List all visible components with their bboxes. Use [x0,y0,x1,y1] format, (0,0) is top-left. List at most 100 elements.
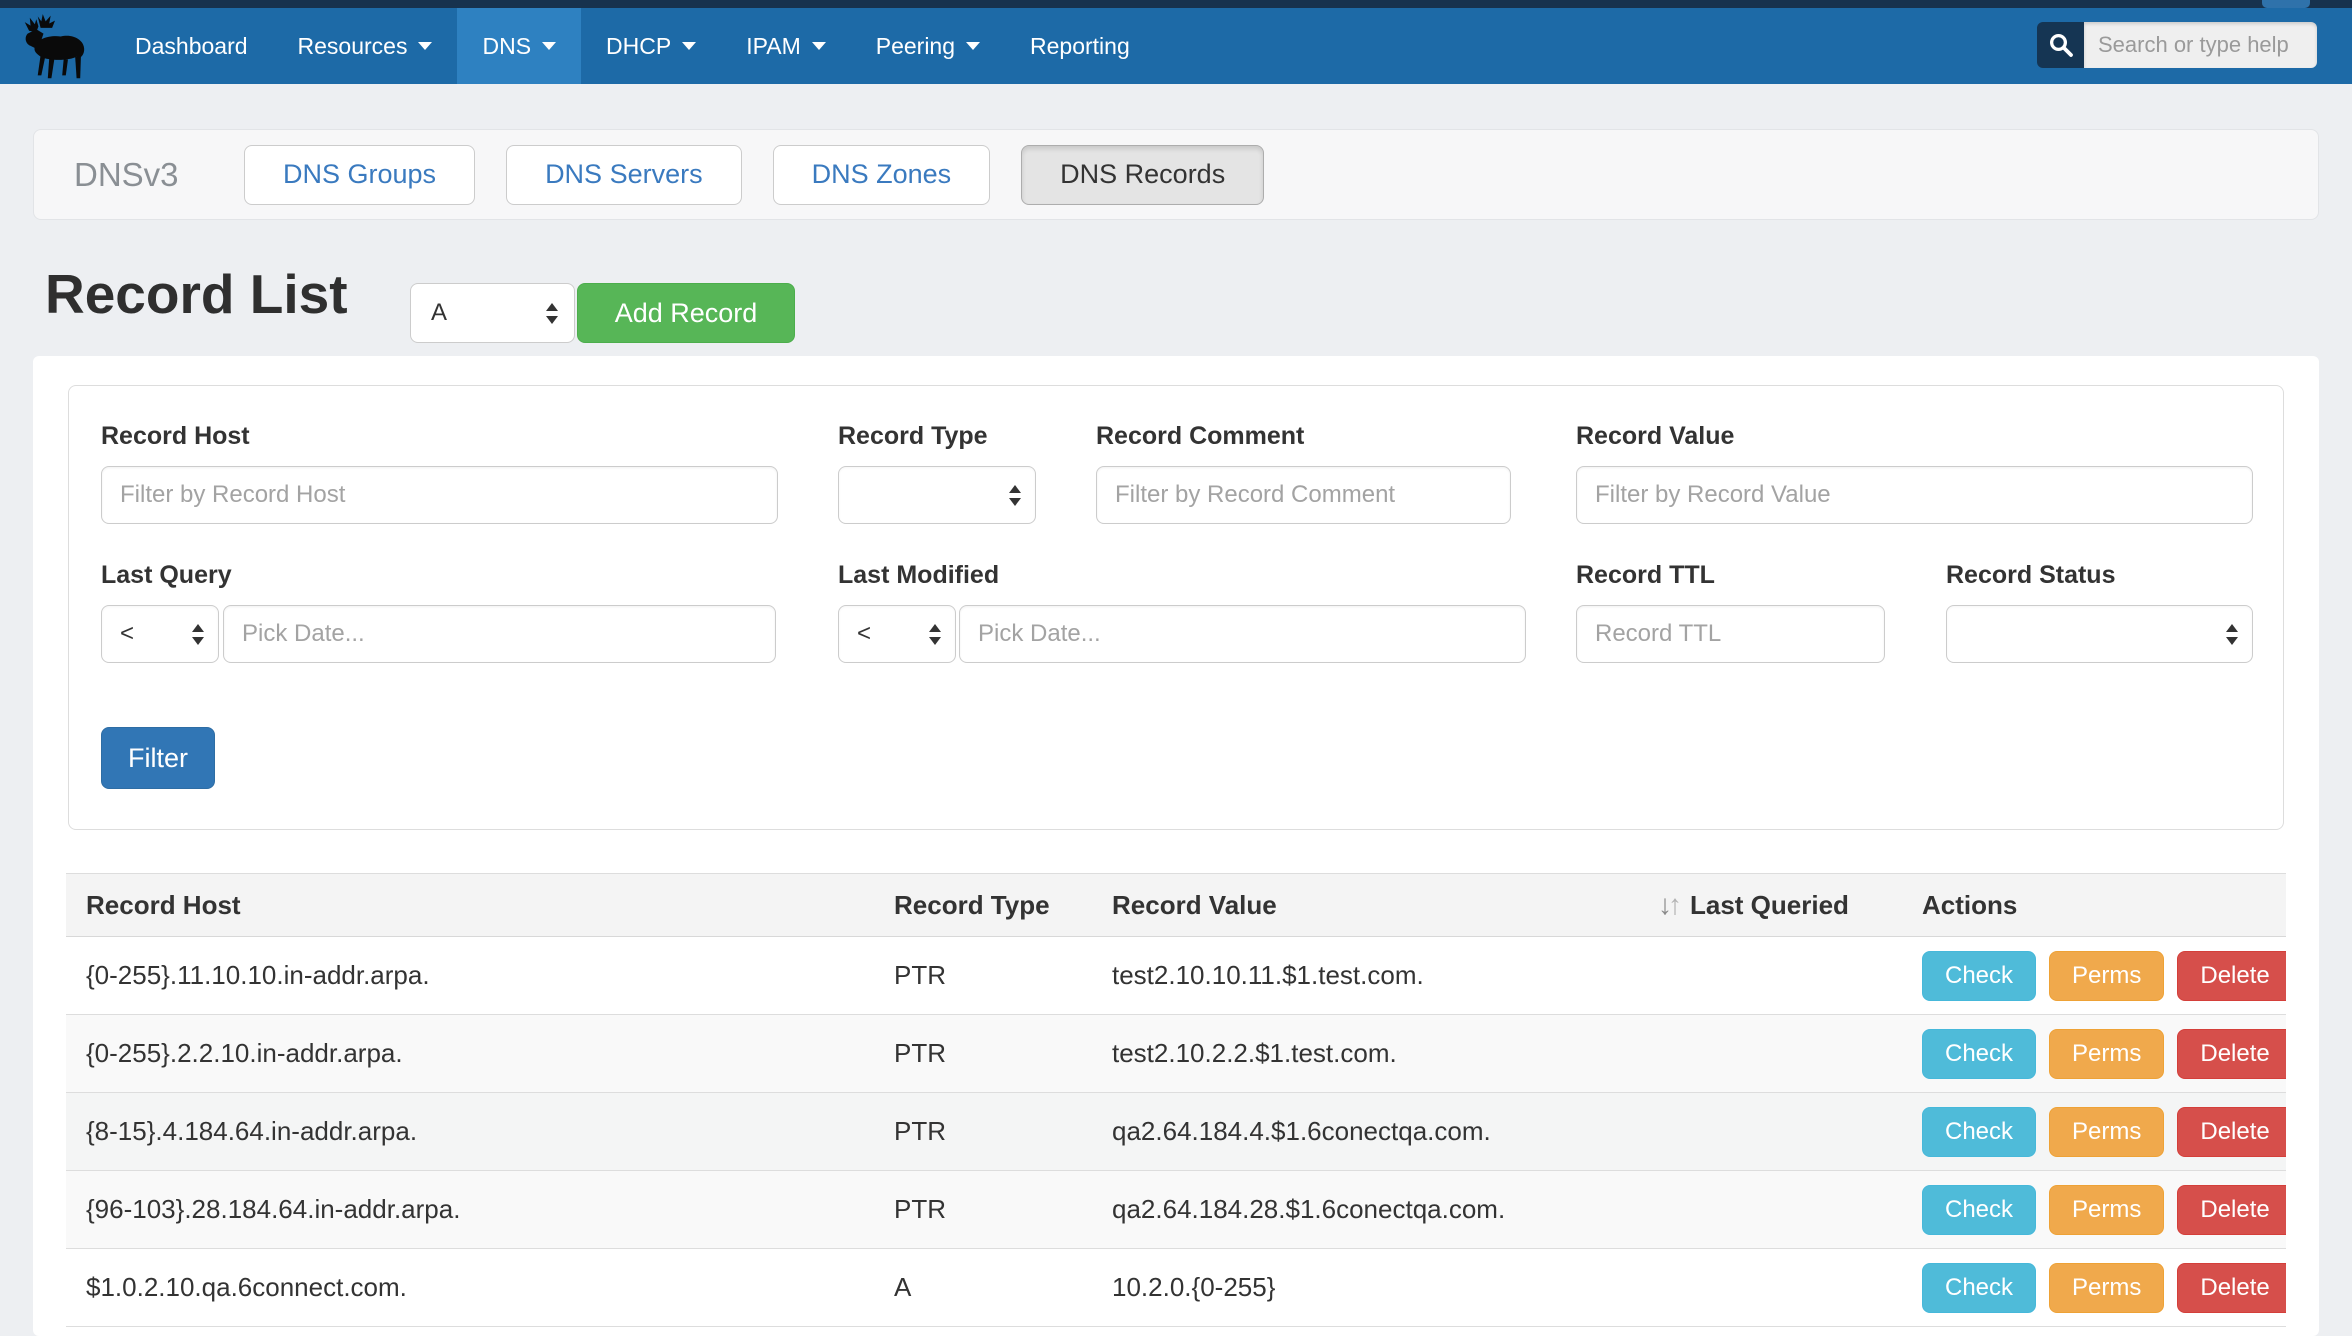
tab-dns-groups[interactable]: DNS Groups [244,145,475,205]
last-modified-operator-value: < [857,620,871,648]
cell-last-queried [1638,937,1902,1015]
nav-item-reporting[interactable]: Reporting [1005,8,1155,84]
last-query-label: Last Query [101,561,232,590]
row-actions: Check Perms Delete [1922,1107,2286,1157]
select-arrows-icon [2226,624,2238,645]
perms-button[interactable]: Perms [2049,1185,2164,1235]
cell-last-queried [1638,1093,1902,1171]
tab-dns-zones[interactable]: DNS Zones [773,145,991,205]
record-value-label: Record Value [1576,422,1734,451]
nav-item-dhcp[interactable]: DHCP [581,8,721,84]
check-button[interactable]: Check [1922,1029,2036,1079]
record-status-label: Record Status [1946,561,2115,590]
search-input[interactable] [2084,22,2317,68]
cell-record-host: {96-103}.28.184.64.in-addr.arpa. [66,1171,874,1249]
last-modified-operator-select[interactable]: < [838,605,956,663]
record-comment-filter-input[interactable] [1096,466,1511,524]
records-table: Record Host Record Type Record Value ↓↑L… [66,873,2286,1327]
row-actions: Check Perms Delete [1922,1185,2286,1235]
cell-record-host: {8-15}.4.184.64.in-addr.arpa. [66,1093,874,1171]
col-header-last-queried[interactable]: ↓↑Last Queried [1638,874,1902,937]
record-ttl-label: Record TTL [1576,561,1715,590]
add-record-button[interactable]: Add Record [577,283,795,343]
table-row: {0-255}.2.2.10.in-addr.arpa. PTR test2.1… [66,1015,2286,1093]
nav-label: DHCP [606,33,671,60]
perms-button[interactable]: Perms [2049,1029,2164,1079]
table-row: {0-255}.11.10.10.in-addr.arpa. PTR test2… [66,937,2286,1015]
row-actions: Check Perms Delete [1922,1029,2286,1079]
delete-button[interactable]: Delete [2177,1263,2286,1313]
record-value-filter-input[interactable] [1576,466,2253,524]
cell-record-host: {0-255}.2.2.10.in-addr.arpa. [66,1015,874,1093]
record-type-filter-select[interactable] [838,466,1036,524]
cell-record-type: PTR [874,1093,1092,1171]
chevron-down-icon [682,42,696,50]
record-comment-label: Record Comment [1096,422,1304,451]
tab-dns-records[interactable]: DNS Records [1021,145,1264,205]
sort-arrows-icon: ↓↑ [1658,889,1682,921]
record-status-select[interactable] [1946,605,2253,663]
check-button[interactable]: Check [1922,1185,2036,1235]
filter-panel: Record Host Record Type Record Comment R… [68,385,2284,830]
dnsv3-subnav: DNSv3 DNS Groups DNS Servers DNS Zones D… [33,129,2319,220]
table-row: {96-103}.28.184.64.in-addr.arpa. PTR qa2… [66,1171,2286,1249]
cell-record-value: qa2.64.184.28.$1.6conectqa.com. [1092,1171,1638,1249]
brand-logo[interactable] [0,8,110,84]
perms-button[interactable]: Perms [2049,1263,2164,1313]
select-arrows-icon [192,624,204,645]
cell-record-value: test2.10.2.2.$1.test.com. [1092,1015,1638,1093]
nav-label: Dashboard [135,33,248,60]
chevron-down-icon [812,42,826,50]
record-type-add-value: A [431,299,447,327]
nav-item-dashboard[interactable]: Dashboard [110,8,273,84]
filter-button[interactable]: Filter [101,727,215,789]
record-host-filter-input[interactable] [101,466,778,524]
cell-last-queried [1638,1015,1902,1093]
perms-button[interactable]: Perms [2049,1107,2164,1157]
page-title: Record List [45,262,348,326]
chevron-down-icon [418,42,432,50]
last-query-operator-value: < [120,620,134,648]
nav-item-peering[interactable]: Peering [851,8,1005,84]
last-query-operator-select[interactable]: < [101,605,219,663]
global-search [2037,22,2317,68]
nav-items: Dashboard Resources DNS DHCP IPAM Peerin… [110,8,1155,84]
record-ttl-input[interactable] [1576,605,1885,663]
cell-record-type: PTR [874,937,1092,1015]
delete-button[interactable]: Delete [2177,951,2286,1001]
delete-button[interactable]: Delete [2177,1029,2286,1079]
nav-label: Reporting [1030,33,1130,60]
check-button[interactable]: Check [1922,1107,2036,1157]
search-icon-box[interactable] [2037,22,2084,68]
record-type-label: Record Type [838,422,988,451]
top-notch [2262,0,2310,8]
main-navbar: Dashboard Resources DNS DHCP IPAM Peerin… [0,8,2352,84]
nav-label: Peering [876,33,955,60]
check-button[interactable]: Check [1922,951,2036,1001]
nav-item-dns[interactable]: DNS [457,8,581,84]
perms-button[interactable]: Perms [2049,951,2164,1001]
last-query-date-input[interactable] [223,605,776,663]
check-button[interactable]: Check [1922,1263,2036,1313]
table-row: {8-15}.4.184.64.in-addr.arpa. PTR qa2.64… [66,1093,2286,1171]
last-modified-label: Last Modified [838,561,999,590]
cell-last-queried [1638,1171,1902,1249]
delete-button[interactable]: Delete [2177,1185,2286,1235]
nav-item-ipam[interactable]: IPAM [721,8,851,84]
top-window-strip [0,0,2352,8]
record-type-add-select[interactable]: A [410,283,575,343]
cell-last-queried [1638,1249,1902,1327]
table-row: $1.0.2.10.qa.6connect.com. A 10.2.0.{0-2… [66,1249,2286,1327]
nav-item-resources[interactable]: Resources [273,8,458,84]
cell-record-value: 10.2.0.{0-255} [1092,1249,1638,1327]
col-header-record-host: Record Host [66,874,874,937]
tab-dns-servers[interactable]: DNS Servers [506,145,742,205]
subnav-tabs: DNS Groups DNS Servers DNS Zones DNS Rec… [244,145,1264,205]
search-icon [2046,30,2076,60]
chevron-down-icon [542,42,556,50]
row-actions: Check Perms Delete [1922,951,2286,1001]
nav-label: DNS [482,33,531,60]
subnav-title: DNSv3 [74,156,224,194]
delete-button[interactable]: Delete [2177,1107,2286,1157]
last-modified-date-input[interactable] [959,605,1526,663]
